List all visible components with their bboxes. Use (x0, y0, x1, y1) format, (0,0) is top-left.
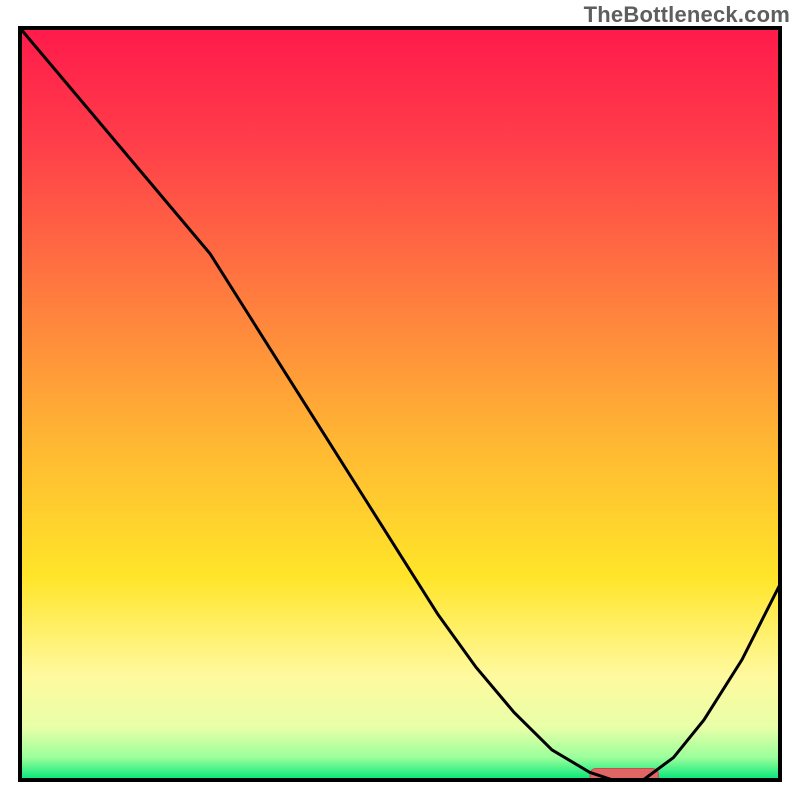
bottleneck-chart (0, 0, 800, 800)
chart-container: { "watermark": "TheBottleneck.com", "cha… (0, 0, 800, 800)
gradient-background (20, 28, 780, 780)
watermark-text: TheBottleneck.com (584, 2, 790, 28)
